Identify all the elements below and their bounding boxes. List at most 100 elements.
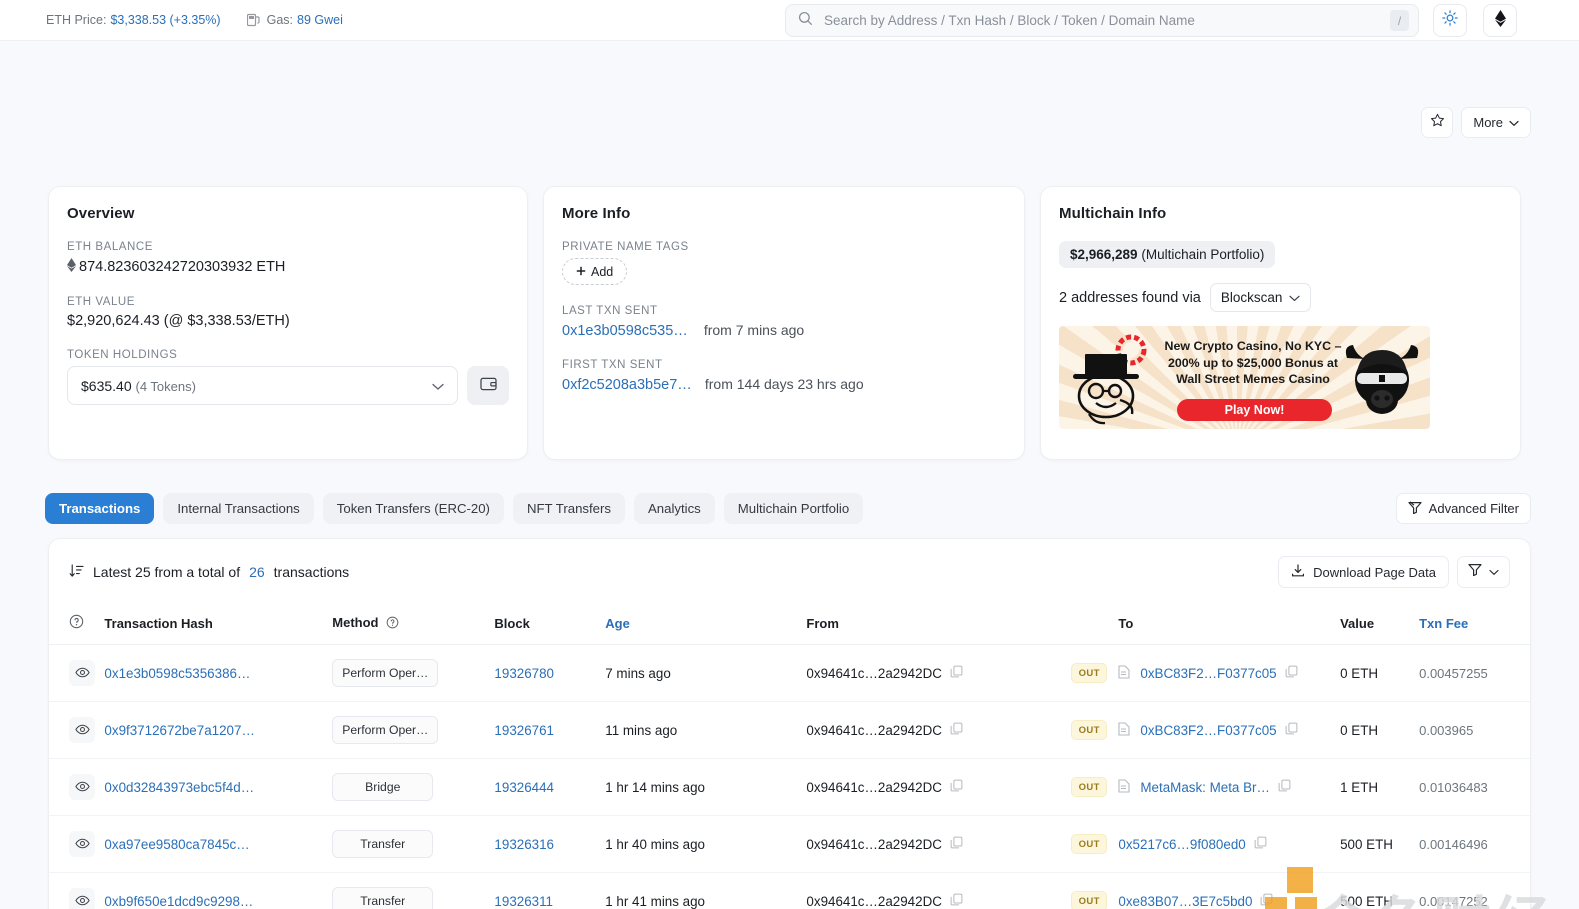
copy-icon[interactable]	[1285, 722, 1298, 738]
copy-icon[interactable]	[1260, 893, 1273, 909]
preview-button[interactable]	[69, 888, 95, 909]
network-switcher-button[interactable]	[1483, 4, 1517, 37]
method-badge[interactable]: Bridge	[332, 773, 434, 801]
transaction-hash-link[interactable]: 0x0d32843973ebc5f4d…	[104, 780, 254, 795]
from-address[interactable]: 0x94641c…2a2942DC	[806, 723, 942, 738]
from-address[interactable]: 0x94641c…2a2942DC	[806, 837, 942, 852]
search-bar[interactable]: /	[785, 4, 1419, 37]
eth-balance-label: ETH BALANCE	[67, 241, 153, 253]
transactions-table: Transaction Hash Method Block Age From T…	[49, 605, 1530, 909]
advertisement-banner[interactable]: Ad	[1059, 326, 1430, 429]
direction-badge: OUT	[1071, 891, 1108, 909]
token-holdings-dropdown[interactable]: $635.40 (4 Tokens)	[67, 366, 459, 405]
tab-analytics[interactable]: Analytics	[633, 493, 715, 524]
copy-icon[interactable]	[950, 779, 963, 795]
search-input[interactable]	[813, 13, 1390, 28]
method-badge[interactable]: Transfer	[332, 830, 434, 858]
block-link[interactable]: 19326316	[494, 837, 554, 852]
download-page-data-button[interactable]: Download Page Data	[1278, 556, 1449, 588]
tab-transactions[interactable]: Transactions	[45, 493, 155, 524]
block-link[interactable]: 19326444	[494, 780, 554, 795]
section-tabs: Transactions Internal Transactions Token…	[45, 493, 864, 524]
txn-fee-amount: 0.01036483	[1419, 779, 1488, 795]
method-badge[interactable]: Perform Oper…	[332, 659, 439, 687]
token-holdings-value: $635.40	[81, 377, 132, 394]
transaction-hash-link[interactable]: 0xb9f650e1dcd9c9298…	[104, 894, 253, 909]
last-txn-age: from 7 mins ago	[703, 322, 805, 338]
row-preview-cell	[49, 872, 105, 909]
copy-icon[interactable]	[950, 722, 963, 738]
preview-button[interactable]	[69, 660, 95, 686]
col-value: Value	[1340, 605, 1420, 645]
to-address-link[interactable]: 0xe83B07…3E7c5bd0	[1118, 894, 1252, 909]
add-name-tag-button[interactable]: Add	[562, 258, 628, 285]
chevron-down-icon	[1489, 563, 1499, 581]
preview-button[interactable]	[69, 831, 95, 857]
col-from: From	[806, 605, 1072, 645]
add-label: Add	[591, 264, 614, 279]
copy-icon[interactable]	[1254, 836, 1267, 852]
token-holdings-block: TOKEN HOLDINGS $635.40 (4 Tokens)	[67, 349, 509, 405]
total-transactions-count[interactable]: 26	[249, 564, 265, 580]
eth-value-block: ETH VALUE $2,920,624.43 (@ $3,338.53/ETH…	[67, 296, 509, 329]
more-info-card: More Info PRIVATE NAME TAGS Add LAST TXN…	[543, 186, 1025, 460]
eye-icon	[74, 894, 90, 909]
tab-multichain-portfolio[interactable]: Multichain Portfolio	[723, 493, 864, 524]
txn-fee-amount: 0.00147252	[1419, 893, 1488, 909]
eth-price-value[interactable]: $3,338.53 (+3.35%)	[110, 13, 220, 27]
from-address[interactable]: 0x94641c…2a2942DC	[806, 780, 942, 795]
preview-button[interactable]	[69, 717, 95, 743]
more-menu-button[interactable]: More	[1461, 107, 1531, 138]
table-filter-button[interactable]	[1457, 556, 1510, 588]
transaction-hash-link[interactable]: 0x9f3712672be7a1207…	[104, 723, 254, 738]
col-to: To	[1118, 605, 1341, 645]
help-icon[interactable]	[69, 614, 84, 632]
latest-prefix: Latest 25 from a total of	[93, 564, 241, 580]
private-name-tags-label: PRIVATE NAME TAGS	[562, 241, 689, 253]
ad-play-now-button[interactable]: Play Now!	[1177, 399, 1332, 421]
transactions-panel: Latest 25 from a total of 26 transaction…	[48, 538, 1531, 909]
transaction-hash-link[interactable]: 0x1e3b0598c5356386…	[104, 666, 250, 681]
multichain-info-card: Multichain Info $2,966,289 (Multichain P…	[1040, 186, 1521, 460]
to-address-link[interactable]: 0xBC83F2…F0377c05	[1140, 723, 1276, 738]
copy-icon[interactable]	[1285, 665, 1298, 681]
blockscan-provider-dropdown[interactable]: Blockscan	[1209, 283, 1312, 312]
age-value: 11 mins ago	[605, 722, 678, 738]
eth-balance-value-row: 874.823603242720303932 ETH	[67, 258, 509, 276]
wallet-button[interactable]	[467, 366, 509, 405]
block-link[interactable]: 19326780	[494, 666, 554, 681]
copy-icon[interactable]	[950, 665, 963, 681]
tab-token-transfers[interactable]: Token Transfers (ERC-20)	[322, 493, 504, 524]
to-address-link[interactable]: 0xBC83F2…F0377c05	[1140, 666, 1276, 681]
copy-icon[interactable]	[1278, 779, 1291, 795]
from-address[interactable]: 0x94641c…2a2942DC	[806, 894, 942, 909]
txn-fee-amount: 0.00146496	[1419, 836, 1488, 852]
transaction-hash-link[interactable]: 0xa97ee9580ca7845c…	[104, 837, 249, 852]
gas-value[interactable]: 89 Gwei	[297, 13, 343, 27]
multichain-portfolio-pill[interactable]: $2,966,289 (Multichain Portfolio)	[1059, 241, 1276, 268]
block-link[interactable]: 19326761	[494, 723, 554, 738]
sort-icon[interactable]	[69, 563, 84, 581]
tab-internal-transactions[interactable]: Internal Transactions	[163, 493, 314, 524]
theme-toggle-button[interactable]	[1433, 4, 1467, 37]
block-link[interactable]: 19326311	[494, 894, 553, 909]
eth-price-label: ETH Price:	[46, 13, 107, 27]
first-txn-hash-link[interactable]: 0xf2c5208a3b5e7…	[562, 377, 692, 393]
copy-icon[interactable]	[950, 893, 963, 909]
eth-balance-value: 874.823603242720303932 ETH	[79, 259, 286, 275]
copy-icon[interactable]	[950, 836, 963, 852]
col-txn-fee[interactable]: Txn Fee	[1419, 605, 1530, 645]
method-badge[interactable]: Perform Oper…	[332, 716, 439, 744]
tab-nft-transfers[interactable]: NFT Transfers	[512, 493, 625, 524]
to-address-link[interactable]: MetaMask: Meta Br…	[1140, 780, 1269, 795]
chevron-down-icon	[1289, 290, 1301, 305]
preview-button[interactable]	[69, 774, 95, 800]
last-txn-hash-link[interactable]: 0x1e3b0598c535…	[562, 323, 688, 339]
method-badge[interactable]: Transfer	[332, 887, 434, 909]
col-age[interactable]: Age	[605, 605, 807, 645]
from-address[interactable]: 0x94641c…2a2942DC	[806, 666, 942, 681]
watchlist-star-button[interactable]	[1421, 107, 1454, 138]
help-icon[interactable]	[386, 616, 399, 632]
to-address-link[interactable]: 0x5217c6…9f080ed0	[1118, 837, 1245, 852]
advanced-filter-button[interactable]: Advanced Filter	[1395, 493, 1531, 524]
